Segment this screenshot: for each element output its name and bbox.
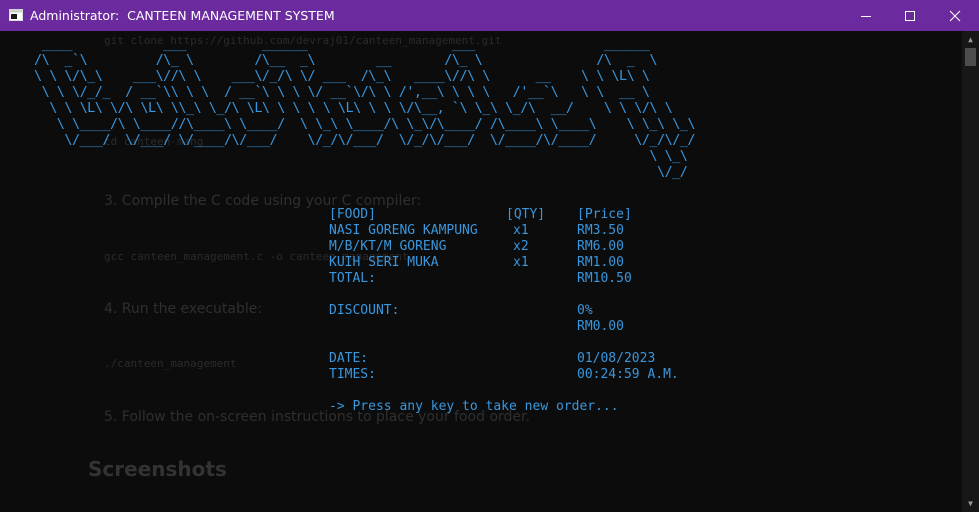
scrollbar-thumb[interactable] <box>965 48 976 66</box>
food-name: KUIH SERI MUKA <box>329 255 439 270</box>
ghost-step-run: 4. Run the executable: <box>104 301 263 317</box>
total-label: TOTAL: <box>329 271 376 286</box>
total-value: RM10.50 <box>577 271 632 286</box>
date-label: DATE: <box>329 351 369 366</box>
food-header: [FOOD] <box>329 207 376 222</box>
scroll-up-arrow-icon[interactable]: ▲ <box>962 31 979 48</box>
close-button[interactable] <box>932 0 978 31</box>
title-bar[interactable]: Administrator: CANTEEN MANAGEMENT SYSTEM <box>0 0 979 31</box>
food-qty: x1 <box>513 223 529 238</box>
food-price: RM3.50 <box>577 223 624 238</box>
continue-prompt: -> Press any key to take new order... <box>329 399 619 414</box>
console-output[interactable]: git clone https://github.com/devraj01/ca… <box>0 31 962 512</box>
discount-amount: RM0.00 <box>577 319 624 334</box>
qty-header: [QTY] <box>506 207 546 222</box>
ghost-run-command: ./canteen_management <box>104 357 237 370</box>
food-price: RM1.00 <box>577 255 624 270</box>
ghost-screenshots-heading: Screenshots <box>88 457 227 481</box>
vertical-scrollbar[interactable]: ▲ ▼ <box>962 31 979 512</box>
time-label: TIMES: <box>329 367 376 382</box>
time-value: 00:24:59 A.M. <box>577 367 679 382</box>
minimize-button[interactable] <box>843 0 889 31</box>
food-qty: x2 <box>513 239 529 254</box>
discount-label: DISCOUNT: <box>329 303 400 318</box>
food-qty: x1 <box>513 255 529 270</box>
date-value: 01/08/2023 <box>577 351 656 366</box>
maximize-button[interactable] <box>887 0 933 31</box>
price-header: [Price] <box>577 207 632 222</box>
minimize-icon <box>861 15 871 17</box>
ascii-banner: ____ ___ ______ ___ ______ /\ _`\ /\_ \ … <box>34 36 696 180</box>
scroll-down-arrow-icon[interactable]: ▼ <box>962 495 979 512</box>
close-icon <box>949 10 961 21</box>
discount-percent: 0% <box>577 303 593 318</box>
window-title: Administrator: CANTEEN MANAGEMENT SYSTEM <box>30 8 335 23</box>
console-window-icon <box>9 9 23 21</box>
food-price: RM6.00 <box>577 239 624 254</box>
food-name: NASI GORENG KAMPUNG <box>329 223 478 238</box>
food-name: M/B/KT/M GORENG <box>329 239 447 254</box>
maximize-icon <box>905 10 915 21</box>
